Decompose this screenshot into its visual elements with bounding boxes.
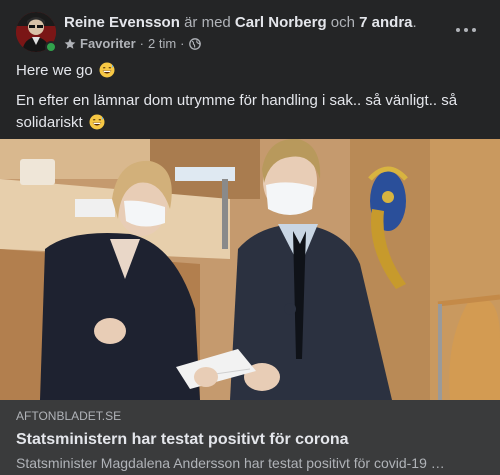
meta-separator: · [180, 36, 185, 51]
post-text-line-2: En efter en lämnar dom utrymme för handl… [16, 90, 486, 134]
link-preview-image[interactable] [0, 139, 500, 400]
star-icon [64, 38, 76, 49]
post-subline: Favoriter · 2 tim · [64, 35, 444, 53]
link-domain: AFTONBLADET.SE [16, 409, 122, 423]
more-options-button[interactable] [456, 22, 476, 38]
grin-sweat-emoji-icon [89, 114, 105, 130]
post-text-line-1: Here we go [16, 60, 486, 82]
dot-icon [456, 28, 460, 32]
online-status-dot [45, 41, 57, 53]
with-text: är med [184, 14, 231, 31]
globe-icon[interactable] [188, 38, 201, 50]
news-photo [0, 139, 500, 400]
post-text: Here we go En efter en lämnar dom utrymm… [16, 60, 486, 142]
post-timestamp[interactable]: 2 tim [148, 35, 176, 53]
and-text: och [330, 14, 355, 31]
dot-icon [472, 28, 476, 32]
feed-post: Reine Evensson är med Carl Norberg och 7… [0, 0, 500, 475]
link-description: Statsminister Magdalena Andersson har te… [16, 455, 445, 471]
favorites-label[interactable]: Favoriter [80, 35, 136, 53]
post-header: Reine Evensson är med Carl Norberg och 7… [16, 12, 484, 56]
others-link[interactable]: 7 andra [359, 14, 412, 31]
post-text-1: Here we go [16, 62, 93, 79]
meta-separator: · [139, 36, 144, 51]
tagged-person-link[interactable]: Carl Norberg [235, 14, 327, 31]
dot-icon [464, 28, 468, 32]
post-title-line: Reine Evensson är med Carl Norberg och 7… [64, 13, 444, 33]
grin-sweat-emoji-icon [99, 62, 115, 78]
post-text-2: En efter en lämnar dom utrymme för handl… [16, 92, 458, 131]
link-preview-card[interactable]: AFTONBLADET.SE Statsministern har testat… [0, 400, 500, 475]
post-meta: Reine Evensson är med Carl Norberg och 7… [64, 13, 444, 53]
title-period: . [412, 14, 417, 31]
link-title[interactable]: Statsministern har testat positivt för c… [16, 429, 484, 451]
author-name[interactable]: Reine Evensson [64, 14, 180, 31]
